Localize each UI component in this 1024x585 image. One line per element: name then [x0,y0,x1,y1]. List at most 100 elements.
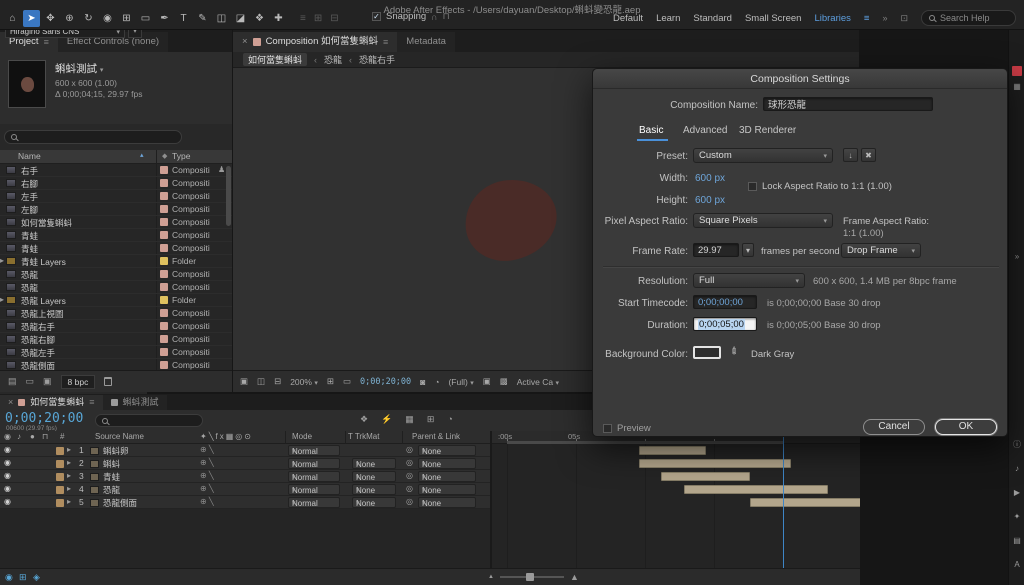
timeline-search-input[interactable] [95,414,203,427]
trkmat-dropdown[interactable]: None ▾ [352,484,396,495]
frame-rate-input[interactable]: 29.97 [693,243,739,257]
eye-icon[interactable]: ◉ [4,445,11,454]
expander-icon[interactable]: ▸ [67,458,71,467]
label-chip[interactable] [160,270,168,278]
project-item-row[interactable]: 恐龍 Compositi [0,281,232,294]
interpret-footage-icon[interactable]: ▤ [8,376,17,387]
project-item-row[interactable]: 恐龍左手 Compositi [0,346,232,359]
duration-input[interactable]: 0;00;05;00 [693,317,757,331]
libraries-menu-icon[interactable]: ≡ [864,13,870,24]
frame-blending-icon[interactable]: ⊞ [427,414,435,425]
layer-label-chip[interactable] [56,485,64,494]
project-item-row[interactable]: 左腳 Compositi [0,203,232,216]
tab-basic[interactable]: Basic [639,125,663,136]
layer-switches-icons[interactable]: ⊕ ╲ [200,497,214,506]
parent-dropdown[interactable]: None ▾ [418,445,476,456]
eye-icon[interactable]: ◉ [4,471,11,480]
column-trkmat[interactable]: T TrkMat [348,432,379,441]
column-type[interactable]: Type [172,151,190,161]
eye-icon[interactable]: ◉ [4,484,11,493]
ok-button[interactable]: OK [935,419,997,435]
selection-tool-icon[interactable]: ➤ [23,10,40,27]
snapshot-icon[interactable]: ◙ [420,377,425,387]
project-item-row[interactable]: 右手 Compositi ♟ [0,164,232,177]
pan-behind-tool-icon[interactable]: ⊞ [118,10,135,27]
channel-icon[interactable]: ◫ [257,376,265,387]
project-folder-row[interactable]: ▸ 恐龍 Layers Folder [0,294,232,307]
column-mode[interactable]: Mode [292,432,312,441]
label-chip[interactable] [160,179,168,187]
magnification-dropdown[interactable]: 200% ▾ [290,377,318,387]
width-value[interactable]: 600 px [695,173,725,184]
expander-icon[interactable]: ▸ [67,471,71,480]
project-search-input[interactable] [4,130,182,144]
drop-frame-dropdown[interactable]: Drop Frame ▾ [841,243,921,258]
close-icon[interactable]: × [8,395,13,410]
composition-mini-icon[interactable]: ⊞ [19,572,27,583]
shape-tool-icon[interactable]: ▭ [137,10,154,27]
rotation-tool-icon[interactable]: ↻ [80,10,97,27]
label-chip[interactable] [160,361,168,369]
blend-mode-dropdown[interactable]: Normal ▾ [288,458,340,469]
new-folder-icon[interactable]: ▭ [26,376,35,387]
draft-3d-icon[interactable]: ⚡ [381,414,392,425]
character-panel-icon[interactable]: A [1012,560,1022,570]
tab-composition[interactable]: × Composition 如何當隻蝌蚪 ≡ [233,32,398,52]
region-of-interest-icon[interactable]: ▭ [343,376,351,387]
eraser-tool-icon[interactable]: ◪ [232,10,249,27]
project-item-row[interactable]: 恐龍側面 Compositi [0,359,232,370]
project-item-row[interactable]: 青蛙 Compositi [0,229,232,242]
parent-dropdown[interactable]: None ▾ [418,471,476,482]
layer-label-chip[interactable] [56,498,64,507]
label-chip[interactable] [160,218,168,226]
transparency-grid-icon[interactable]: ▩ [500,376,508,387]
label-chip[interactable] [160,283,168,291]
preview-panel-icon[interactable]: ▶ [1012,488,1022,498]
current-timecode[interactable]: 0;00;20;00 [5,411,83,426]
expander-icon[interactable]: ▸ [67,484,71,493]
blend-mode-dropdown[interactable]: Normal ▾ [288,445,340,456]
flowchart-icon[interactable]: ◈ [33,572,40,583]
project-item-row[interactable]: 如何當隻蝌蚪 Compositi [0,216,232,229]
label-chip[interactable] [160,322,168,330]
zoom-slider-thumb[interactable] [525,573,534,581]
expander-icon[interactable]: ▸ [67,445,71,454]
project-item-row[interactable]: 恐龍 Compositi [0,268,232,281]
preview-toggle-icon[interactable]: ▣ [240,376,248,387]
parent-dropdown[interactable]: None ▾ [418,497,476,508]
expander-icon[interactable]: ▸ [0,295,4,304]
trkmat-dropdown[interactable]: None ▾ [352,458,396,469]
puppet-tool-icon[interactable]: ✚ [270,10,287,27]
hand-tool-icon[interactable]: ✥ [42,10,59,27]
panel-menu-icon[interactable]: ≡ [383,32,388,52]
workspace-overflow-icon[interactable]: » [882,13,887,23]
type-tool-icon[interactable]: T [175,10,192,27]
resolution-dropdown[interactable]: (Full) ▾ [448,377,473,387]
layer-duration-bar[interactable] [684,485,828,494]
label-chip[interactable] [160,231,168,239]
pickwhip-icon[interactable]: ◎ [406,484,413,493]
blend-mode-dropdown[interactable]: Normal ▾ [288,484,340,495]
expander-icon[interactable]: ▸ [0,256,4,265]
hide-shy-icon[interactable]: ▦ [405,414,414,425]
blend-mode-dropdown[interactable]: Normal ▾ [288,497,340,508]
eye-icon[interactable]: ◉ [4,458,11,467]
project-item-row[interactable]: 恐龍上視圖 Compositi [0,307,232,320]
breadcrumb-item[interactable]: 恐龍 [324,53,342,66]
mini-flowchart-icon[interactable]: ❖ [360,414,368,425]
swatches-panel-icon[interactable]: ▦ [1012,82,1022,92]
expander-icon[interactable]: ▸ [67,497,71,506]
pickwhip-icon[interactable]: ◎ [406,445,413,454]
project-item-row[interactable]: 右腳 Compositi [0,177,232,190]
trkmat-dropdown[interactable]: None ▾ [352,497,396,508]
zoom-slider[interactable] [499,573,564,581]
project-item-row[interactable]: 恐龍右腳 Compositi [0,333,232,346]
breadcrumb-item[interactable]: 如何當隻蝌蚪 [243,53,308,66]
pen-tool-icon[interactable]: ✒ [156,10,173,27]
delete-preset-icon[interactable]: ✖ [861,148,876,162]
start-timecode-input[interactable]: 0;00;00;00 [693,295,757,309]
layer-switches-icons[interactable]: ⊕ ╲ [200,445,214,454]
composition-name-input[interactable]: 球形恐龍 [763,97,933,111]
column-parent-link[interactable]: Parent & Link [412,432,460,441]
pickwhip-icon[interactable]: ◎ [406,458,413,467]
